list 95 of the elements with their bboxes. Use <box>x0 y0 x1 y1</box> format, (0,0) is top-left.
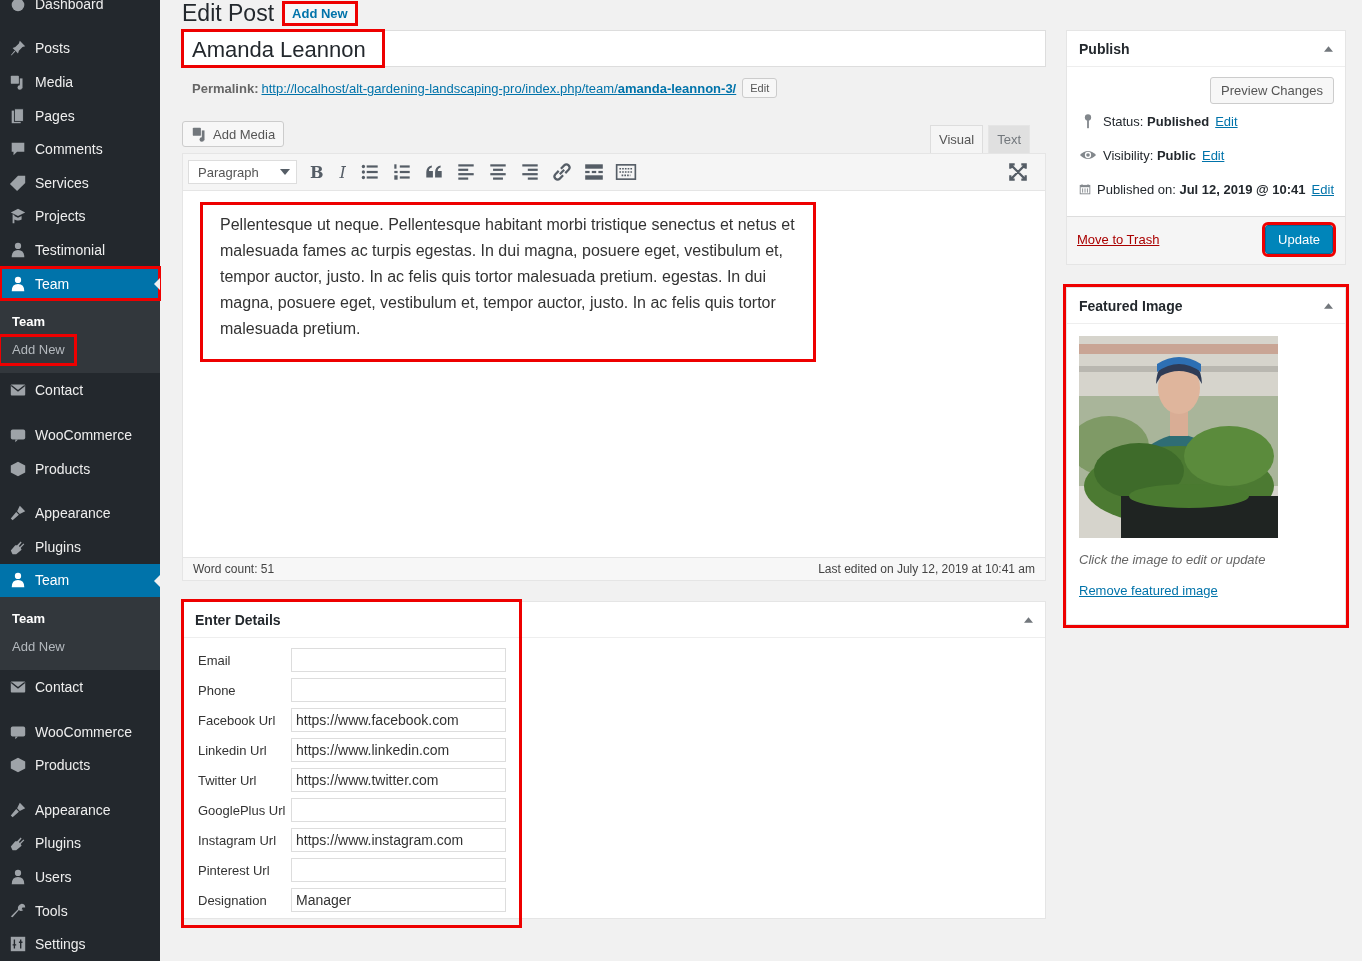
edit-permalink-button[interactable]: Edit <box>742 78 778 98</box>
collapse-icon[interactable] <box>1324 302 1333 309</box>
text-input[interactable] <box>291 678 506 702</box>
collapse-icon[interactable] <box>1324 45 1333 52</box>
edit-link[interactable]: Edit <box>1201 147 1225 163</box>
submenu-item[interactable]: Team <box>0 308 57 337</box>
panel-title: Enter Details <box>195 611 281 628</box>
sidebar-item[interactable]: Products <box>0 451 160 486</box>
text-input[interactable]: https://www.instagram.com <box>291 828 506 852</box>
submenu-item[interactable]: Add New <box>0 336 75 365</box>
flag-icon <box>9 207 27 226</box>
text-input[interactable]: Manager <box>291 888 506 912</box>
sidebar-item[interactable]: Services <box>0 166 160 200</box>
field-label: Linkedin Url <box>198 742 268 758</box>
sidebar-item[interactable]: Plugins <box>0 826 160 861</box>
sidebar-item[interactable]: Appearance <box>0 792 160 827</box>
sidebar-item[interactable]: Media <box>0 65 160 99</box>
field-label: GooglePlus Url <box>198 802 287 818</box>
brush-icon <box>9 800 27 819</box>
sidebar-item[interactable]: Team <box>0 266 160 301</box>
sidebar-item[interactable]: Pages <box>0 98 160 133</box>
box-icon <box>9 459 27 478</box>
post-body-text[interactable]: Pellentesque ut neque. Pellentesque habitant morbi tristique senectus et netus et malesuada fames ac turpis egestas. In dui magna, posuere eget, vestibulum et, tempor auctor, justo. In ac felis quis tortor malesuada pretium. egestas. In dui magna, posuere eget, vestibulum et, tempor auctor, justo. In ac felis quis tortor malesuada pretium. <box>203 205 813 359</box>
preview-button[interactable]: Preview Changes <box>1210 77 1334 104</box>
field-label: Twitter Url <box>198 772 258 788</box>
edit-link[interactable]: Edit <box>1311 181 1334 197</box>
field-label: Instagram Url <box>198 832 278 848</box>
italic-button[interactable]: I <box>336 162 349 182</box>
brush-icon <box>9 504 27 523</box>
sidebar-item[interactable]: Plugins <box>0 529 160 564</box>
sidebar-item[interactable]: Comments <box>0 132 160 167</box>
title-field[interactable]: Amanda Leannon <box>182 30 1046 67</box>
publish-info-text: Published on: Jul 12, 2019 @ 10:41 <box>1097 181 1306 197</box>
editor-tab[interactable]: Text <box>988 125 1030 153</box>
caret-icon <box>280 169 290 175</box>
text-input[interactable] <box>291 798 506 822</box>
sidebar-item[interactable]: Team <box>0 563 160 598</box>
collapse-icon[interactable] <box>1024 616 1033 623</box>
submenu-item[interactable]: Add New <box>0 633 77 662</box>
link-icon[interactable] <box>550 161 573 183</box>
page-title: Edit Post <box>182 0 275 27</box>
text-input[interactable] <box>291 858 506 882</box>
person-icon <box>9 241 27 260</box>
sidebar-item[interactable]: Appearance <box>0 496 160 530</box>
person-icon <box>9 274 27 293</box>
tag-icon <box>9 173 27 192</box>
text-input[interactable]: https://www.facebook.com <box>291 708 506 732</box>
pin-icon <box>9 39 27 58</box>
sidebar-item[interactable]: Posts <box>0 31 160 66</box>
sidebar-item[interactable]: Contact <box>0 670 160 704</box>
field-label: Designation <box>198 892 268 908</box>
hint-text: Click the image to edit or update <box>1079 552 1267 567</box>
field-label: Pinterest Url <box>198 862 271 878</box>
text-input[interactable]: https://www.linkedin.com <box>291 738 506 762</box>
bold-button[interactable]: B <box>307 162 327 182</box>
format-select[interactable]: Paragraph <box>188 160 297 184</box>
submenu-item[interactable]: Team <box>0 605 57 634</box>
sliders-icon <box>9 935 27 954</box>
sidebar-item[interactable]: Tools <box>0 893 160 928</box>
publish-info-text: Status: Published <box>1103 113 1210 129</box>
sidebar-item[interactable]: Products <box>0 748 160 782</box>
field-label: Facebook Url <box>198 712 277 728</box>
wrench-icon <box>9 901 27 920</box>
sidebar-item[interactable]: Settings <box>0 927 160 961</box>
sidebar-item[interactable]: Testimonial <box>0 233 160 267</box>
field-label: Phone <box>198 682 237 698</box>
person-icon <box>9 571 27 590</box>
permalink-link[interactable]: http://localhost/alt-gardening-landscaping-pro/index.php/team/amanda-leannon-3/ <box>261 80 737 96</box>
publish-info-text: Visibility: Public <box>1103 147 1196 163</box>
sidebar-item[interactable]: WooCommerce <box>0 418 160 452</box>
sidebar-item[interactable]: Projects <box>0 199 160 234</box>
editor-tab[interactable]: Visual <box>929 125 984 153</box>
word-count: Word count: 51 <box>193 562 275 576</box>
last-edited-text: Last edited on July 12, 2019 at 10:41 am <box>818 562 1035 576</box>
sidebar-item[interactable]: Contact <box>0 373 160 408</box>
text-input[interactable] <box>291 648 506 672</box>
panel-title: Publish <box>1079 40 1130 57</box>
update-button[interactable]: Update <box>1265 225 1333 254</box>
sidebar-item[interactable]: Users <box>0 860 160 894</box>
box-icon <box>9 756 27 775</box>
user-icon <box>9 868 27 886</box>
remove-image-link[interactable]: Remove featured image <box>1079 583 1218 598</box>
field-label: Email <box>198 652 232 668</box>
add-new-button[interactable]: Add New <box>284 2 356 24</box>
edit-link[interactable]: Edit <box>1215 113 1238 129</box>
permalink-label: Permalink: <box>192 80 259 96</box>
read-more-icon[interactable] <box>582 161 605 183</box>
panel-title: Featured Image <box>1079 297 1183 314</box>
sidebar-item[interactable]: WooCommerce <box>0 714 160 749</box>
fullscreen-icon[interactable] <box>1007 161 1029 183</box>
text-input[interactable]: https://www.twitter.com <box>291 768 506 792</box>
add-media-button[interactable]: Add Media <box>182 121 285 147</box>
move-to-trash-link[interactable]: Move to Trash <box>1077 232 1160 247</box>
pages-icon <box>9 106 27 125</box>
keyboard-icon[interactable] <box>614 161 637 183</box>
